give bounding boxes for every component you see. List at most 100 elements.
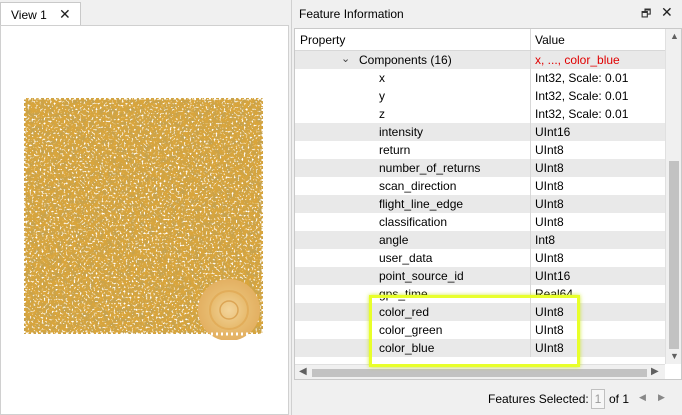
view-panel: View 1 ✕: [0, 0, 290, 415]
grid-header: Property Value: [295, 29, 665, 51]
table-row[interactable]: scan_direction UInt8: [295, 177, 665, 195]
property-value: UInt16: [535, 269, 571, 283]
column-divider: [530, 159, 531, 177]
panel-title: Feature Information: [299, 6, 404, 21]
column-divider: [530, 321, 531, 339]
scrollbar-thumb[interactable]: [669, 161, 679, 349]
next-page-icon[interactable]: ▶: [658, 392, 665, 403]
property-value: Int8: [535, 233, 556, 247]
table-row[interactable]: gps_time Real64: [295, 285, 665, 303]
previous-page-icon[interactable]: ◀: [639, 392, 646, 403]
table-row[interactable]: point_source_id UInt16: [295, 267, 665, 285]
property-name: classification: [379, 215, 448, 229]
property-value: UInt16: [535, 125, 571, 139]
property-grid: Property Value ⌄ Components (16) x, ...,…: [294, 28, 682, 380]
column-header-value[interactable]: Value: [535, 33, 565, 47]
vertical-scrollbar[interactable]: ▲ ▼: [665, 29, 681, 364]
column-divider: [530, 303, 531, 321]
property-value: UInt8: [535, 323, 564, 337]
property-value: UInt8: [535, 341, 564, 355]
table-row[interactable]: flight_line_edge UInt8: [295, 195, 665, 213]
property-name: y: [379, 89, 385, 103]
table-row[interactable]: y Int32, Scale: 0.01: [295, 87, 665, 105]
column-divider: [530, 195, 531, 213]
table-row[interactable]: x Int32, Scale: 0.01: [295, 69, 665, 87]
property-name: color_red: [379, 305, 430, 319]
property-value: UInt8: [535, 161, 564, 175]
property-value: UInt8: [535, 215, 564, 229]
page-count: of 1: [609, 392, 630, 406]
column-divider: [530, 87, 531, 105]
column-divider: [530, 231, 531, 249]
column-divider: [530, 285, 531, 303]
column-divider: [530, 249, 531, 267]
property-value: Int32, Scale: 0.01: [535, 107, 629, 121]
group-label: Components (16): [359, 53, 452, 67]
property-name: intensity: [379, 125, 424, 139]
property-name: return: [379, 143, 411, 157]
scroll-left-icon[interactable]: ◀: [299, 366, 307, 377]
property-name: scan_direction: [379, 179, 457, 193]
page-number-input[interactable]: 1: [591, 389, 605, 409]
table-row[interactable]: color_green UInt8: [295, 321, 665, 339]
scroll-up-icon[interactable]: ▲: [670, 31, 679, 41]
scroll-down-icon[interactable]: ▼: [670, 351, 679, 361]
table-row[interactable]: intensity UInt16: [295, 123, 665, 141]
property-value: UInt8: [535, 197, 564, 211]
column-header-property[interactable]: Property: [300, 33, 345, 47]
table-row[interactable]: return UInt8: [295, 141, 665, 159]
tab-view-1[interactable]: View 1 ✕: [0, 2, 81, 26]
property-value: UInt8: [535, 179, 564, 193]
property-name: flight_line_edge: [379, 197, 464, 211]
scroll-right-icon[interactable]: ▶: [651, 366, 659, 377]
point-cloud-image: [22, 96, 265, 340]
property-name: gps_time: [379, 287, 428, 301]
column-divider: [530, 267, 531, 285]
column-divider: [530, 141, 531, 159]
column-divider: [530, 51, 531, 69]
property-name: z: [379, 107, 385, 121]
property-value: Int32, Scale: 0.01: [535, 89, 629, 103]
column-divider: [530, 105, 531, 123]
group-row-components[interactable]: ⌄ Components (16) x, ..., color_blue: [295, 51, 665, 69]
tab-label: View 1: [11, 7, 47, 22]
property-name: number_of_returns: [379, 161, 481, 175]
close-icon[interactable]: ✕: [59, 6, 71, 23]
column-divider: [530, 177, 531, 195]
table-row[interactable]: color_red UInt8: [295, 303, 665, 321]
map-view[interactable]: [0, 25, 289, 415]
table-row[interactable]: user_data UInt8: [295, 249, 665, 267]
grid-rows: ⌄ Components (16) x, ..., color_blue x In…: [295, 51, 665, 357]
features-selected-label: Features Selected:: [488, 392, 589, 406]
scrollbar-thumb[interactable]: [312, 369, 647, 377]
property-name: angle: [379, 233, 409, 247]
property-name: x: [379, 71, 385, 85]
panel-header: Feature Information 🗗 ✕: [292, 0, 682, 27]
column-divider: [530, 213, 531, 231]
table-row[interactable]: classification UInt8: [295, 213, 665, 231]
group-value: x, ..., color_blue: [535, 53, 620, 67]
table-row[interactable]: color_blue UInt8: [295, 339, 665, 357]
table-row[interactable]: number_of_returns UInt8: [295, 159, 665, 177]
column-divider[interactable]: [530, 29, 531, 51]
column-divider: [530, 123, 531, 141]
column-divider: [530, 339, 531, 357]
property-name: color_green: [379, 323, 443, 337]
close-icon[interactable]: ✕: [661, 4, 673, 21]
property-name: color_blue: [379, 341, 435, 355]
float-window-icon[interactable]: 🗗: [641, 5, 651, 24]
property-value: UInt8: [535, 143, 564, 157]
chevron-down-icon[interactable]: ⌄: [341, 52, 350, 65]
property-value: UInt8: [535, 251, 564, 265]
horizontal-scrollbar[interactable]: ◀ ▶: [295, 364, 665, 379]
table-row[interactable]: z Int32, Scale: 0.01: [295, 105, 665, 123]
selection-footer: Features Selected: 1 of 1 ◀ ▶: [291, 383, 682, 415]
column-divider: [530, 69, 531, 87]
feature-information-panel: Feature Information 🗗 ✕ Property Value ⌄…: [291, 0, 682, 415]
table-row[interactable]: angle Int8: [295, 231, 665, 249]
property-value: UInt8: [535, 305, 564, 319]
property-value: Real64: [535, 287, 574, 301]
property-name: user_data: [379, 251, 433, 265]
property-name: point_source_id: [379, 269, 464, 283]
property-value: Int32, Scale: 0.01: [535, 71, 629, 85]
